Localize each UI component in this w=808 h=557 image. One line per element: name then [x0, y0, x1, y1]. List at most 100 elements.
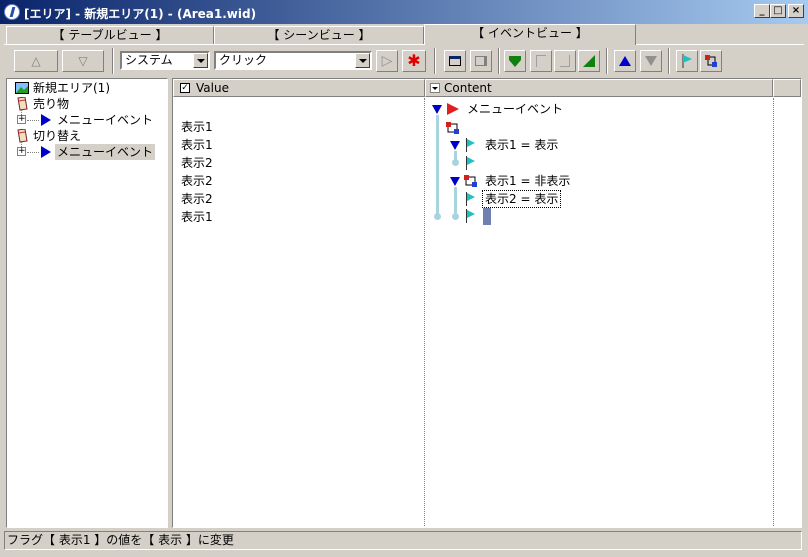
collapse-toggle-icon[interactable]: [432, 105, 442, 114]
event-tree-node: [452, 159, 459, 166]
panel-icon: [475, 56, 487, 66]
value-cell: 表示1: [181, 138, 213, 152]
tree-line: [27, 120, 39, 121]
move-line-up-button[interactable]: [614, 50, 636, 72]
area-image-icon: [15, 82, 29, 94]
move-down-button[interactable]: ▽: [62, 50, 104, 72]
branch-icon: [464, 175, 477, 187]
value-header-label: Value: [196, 81, 229, 95]
collapse-toggle-icon[interactable]: [450, 141, 460, 150]
status-text: フラグ【 表示1 】の値を【 表示 】に変更: [7, 533, 234, 547]
tree-item-label: 新規エリア(1): [33, 81, 110, 95]
title-bar[interactable]: [エリア] - 新規エリア(1) - (Area1.wid) _ □ ×: [0, 0, 808, 24]
category-select-value: システム: [125, 53, 173, 67]
event-tree-line: [436, 115, 439, 215]
tab-table-view[interactable]: 【 テーブルビュー 】: [6, 26, 214, 44]
flag-icon: [465, 156, 477, 170]
flag-icon: [465, 192, 477, 206]
green-up-arrow-icon: [583, 55, 595, 67]
window-title: [エリア] - 新規エリア(1) - (Area1.wid): [24, 7, 257, 21]
checkbox-icon[interactable]: ✓: [180, 83, 190, 93]
app-icon[interactable]: [4, 4, 20, 20]
blue-up-triangle-icon: [619, 56, 631, 66]
flag-icon: [682, 54, 692, 68]
event-tree-node: [452, 213, 459, 220]
trigger-select-value: クリック: [219, 53, 268, 67]
maximize-button[interactable]: □: [770, 4, 786, 18]
value-cell: 表示2: [181, 156, 213, 170]
blue-triangle-icon: [41, 146, 51, 158]
value-column-header[interactable]: ✓ Value: [173, 79, 425, 97]
area-tree[interactable]: 新規エリア(1) 売り物 + メニューイベント 切り替え + メニューイベント: [6, 78, 168, 528]
event-line-focused[interactable]: 表示2 = 表示: [482, 190, 562, 208]
card-icon: [17, 129, 28, 143]
tree-item-label: 切り替え: [33, 129, 82, 143]
move-line-down-button[interactable]: [640, 50, 662, 72]
tree-item-label: メニューイベント: [57, 113, 154, 127]
add-flag-button[interactable]: [676, 50, 698, 72]
panel-view-button[interactable]: [470, 50, 492, 72]
status-bar: フラグ【 表示1 】の値を【 表示 】に変更: [4, 531, 802, 550]
minimize-button[interactable]: _: [754, 4, 770, 18]
delete-button[interactable]: ✱: [402, 50, 426, 72]
tree-item-label: 売り物: [33, 97, 70, 111]
chevron-down-icon[interactable]: [193, 53, 208, 68]
category-select[interactable]: システム: [120, 51, 210, 70]
indent-left-button[interactable]: [530, 50, 552, 72]
flag-icon: [465, 138, 477, 152]
toolbar-separator: [112, 48, 114, 74]
collapse-toggle-icon[interactable]: [450, 177, 460, 186]
window-icon: [449, 56, 461, 66]
tab-strip-divider: [4, 44, 804, 45]
insert-up-button[interactable]: [578, 50, 600, 72]
blue-triangle-icon: [41, 114, 51, 126]
green-down-arrow-icon: [509, 56, 521, 67]
tab-event-view[interactable]: 【 イベントビュー 】: [424, 24, 636, 45]
insert-cursor[interactable]: [483, 208, 491, 225]
header-filler: [773, 79, 801, 97]
tree-item-event-selected[interactable]: + メニューイベント: [13, 144, 156, 160]
value-cell: 表示2: [181, 174, 213, 188]
bracket-left-icon: [536, 55, 546, 67]
chevron-down-icon[interactable]: [355, 53, 370, 68]
content-header-label: Content: [444, 81, 492, 95]
value-cell: 表示1: [181, 210, 213, 224]
expand-toggle[interactable]: +: [17, 115, 26, 124]
play-button[interactable]: ▷: [376, 50, 398, 72]
card-icon: [17, 97, 28, 111]
tree-item-label: メニューイベント: [55, 144, 156, 160]
value-cell: 表示1: [181, 120, 213, 134]
trigger-select[interactable]: クリック: [214, 51, 372, 70]
toolbar-separator: [434, 48, 436, 74]
expand-toggle[interactable]: +: [17, 147, 26, 156]
event-content-pane[interactable]: ✓ Value Content 表示1 表示1 表示2 表示2 表示2 表示1 …: [172, 78, 802, 528]
indent-right-button[interactable]: [554, 50, 576, 72]
toolbar-separator: [606, 48, 608, 74]
toolbar-separator: [498, 48, 500, 74]
flag-icon: [465, 209, 477, 223]
red-star-icon: ✱: [407, 51, 421, 70]
window-view-button[interactable]: [444, 50, 466, 72]
event-tree-node: [434, 213, 441, 220]
event-line[interactable]: 表示1 = 表示: [485, 137, 558, 153]
add-branch-button[interactable]: [700, 50, 722, 72]
event-root-label[interactable]: メニューイベント: [467, 101, 563, 117]
branch-icon: [705, 55, 717, 67]
insert-down-button[interactable]: [504, 50, 526, 72]
toolbar-separator: [668, 48, 670, 74]
move-up-button[interactable]: △: [14, 50, 58, 72]
tab-scene-view[interactable]: 【 シーンビュー 】: [214, 26, 424, 44]
red-play-icon: [447, 103, 459, 115]
value-cell: 表示2: [181, 192, 213, 206]
tree-line: [27, 152, 39, 153]
column-divider: [773, 98, 774, 526]
bracket-right-icon: [560, 55, 570, 67]
gray-down-triangle-icon: [645, 56, 657, 66]
event-tree-line: [454, 187, 457, 213]
chevron-down-icon[interactable]: [430, 83, 440, 93]
content-column-header[interactable]: Content: [425, 79, 773, 97]
column-divider: [424, 98, 425, 526]
event-line[interactable]: 表示1 = 非表示: [485, 173, 570, 189]
branch-icon: [446, 122, 459, 134]
close-button[interactable]: ×: [788, 4, 804, 18]
